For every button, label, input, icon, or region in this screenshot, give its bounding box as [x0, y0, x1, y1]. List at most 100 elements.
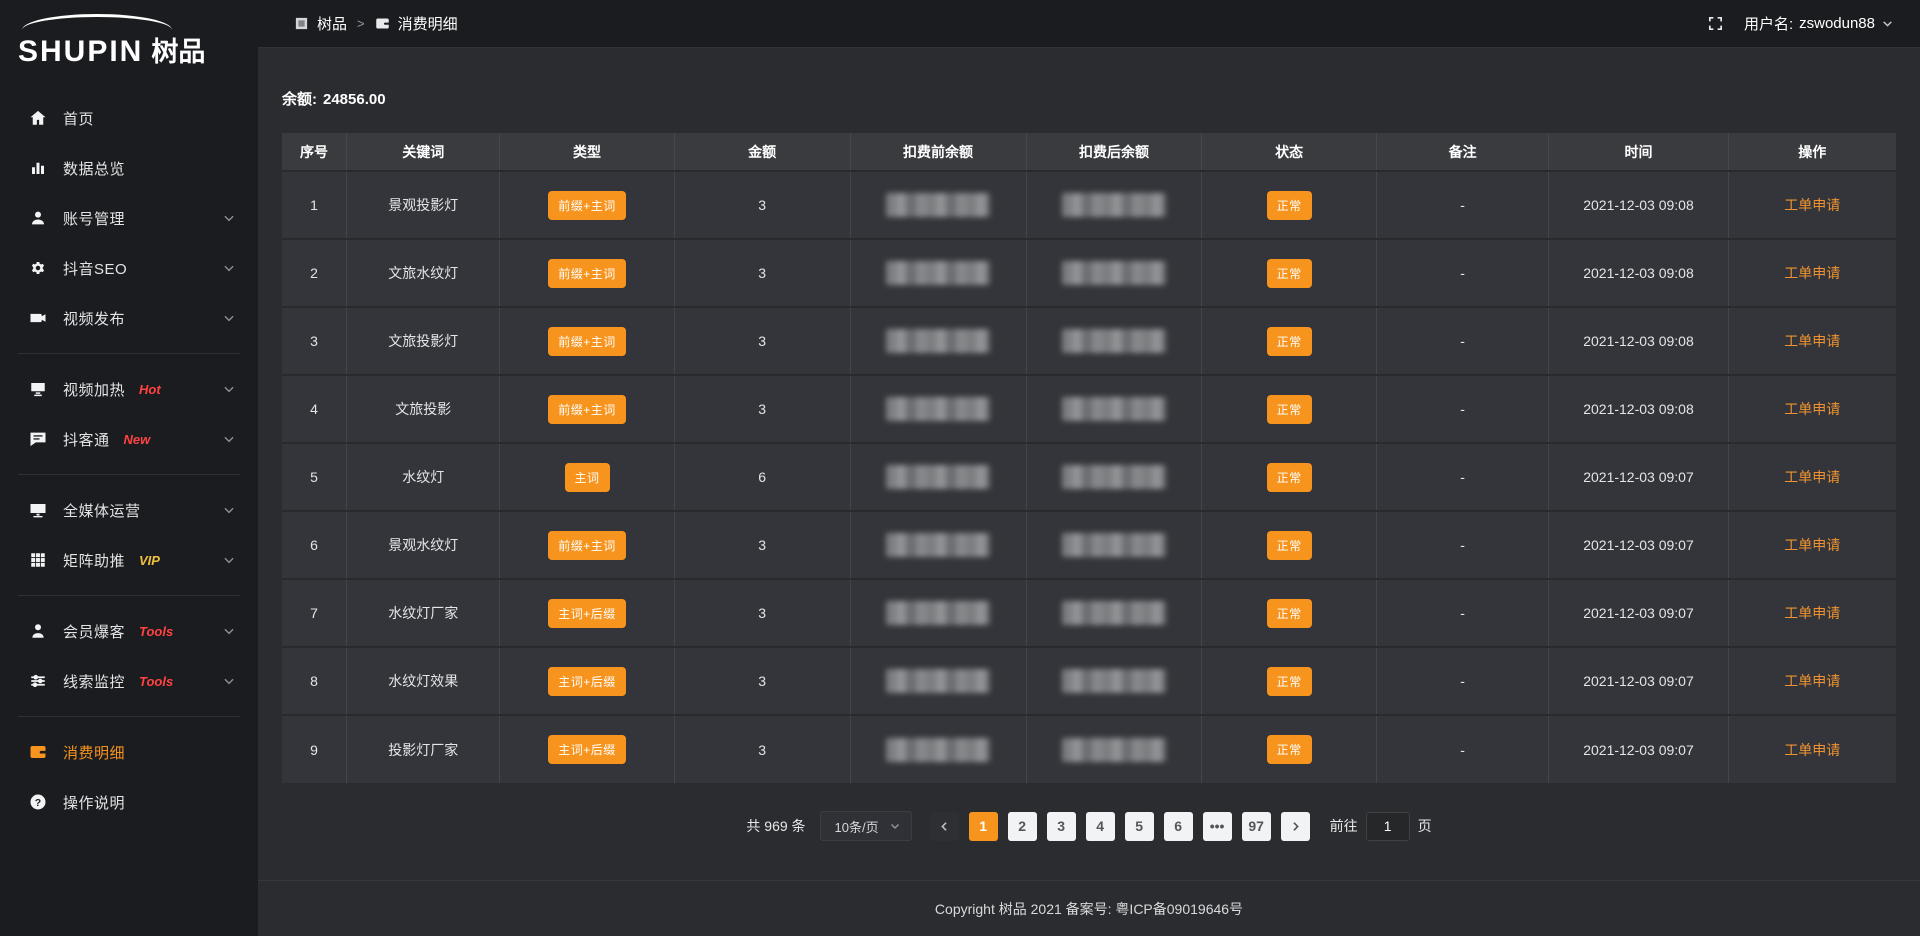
- chevron-down-icon: [222, 211, 236, 225]
- top-bar: 树品 > 消费明细 用户名: zswodun88: [258, 0, 1920, 48]
- cell-note: -: [1376, 239, 1549, 307]
- breadcrumb-home[interactable]: 树品: [294, 13, 347, 34]
- prev-page-button[interactable]: [930, 812, 959, 841]
- work-order-link[interactable]: 工单申请: [1784, 605, 1840, 621]
- masked-value: [886, 465, 990, 489]
- type-badge: 前缀+主词: [548, 259, 626, 288]
- home-icon: [28, 108, 48, 128]
- sidebar-item-video-publish[interactable]: 视频发布: [0, 293, 258, 343]
- table-row: 9 投影灯厂家 主词+后缀 3 正常 - 2021-12-03 09:07 工单…: [282, 715, 1896, 783]
- fullscreen-icon[interactable]: [1707, 15, 1724, 32]
- page-button-2[interactable]: 2: [1008, 812, 1037, 841]
- masked-value: [886, 533, 990, 557]
- cell-keyword: 水纹灯厂家: [347, 579, 500, 647]
- type-badge: 主词+后缀: [548, 667, 626, 696]
- sidebar-item-lead-monitoring[interactable]: 线索监控 Tools: [0, 656, 258, 706]
- sidebar-item-label: 抖音SEO: [63, 258, 127, 279]
- user-menu[interactable]: 用户名: zswodun88: [1744, 13, 1894, 34]
- breadcrumb-label: 树品: [317, 13, 347, 34]
- cell-amount: 3: [674, 579, 850, 647]
- cell-balance-before: [850, 239, 1026, 307]
- sidebar-item-instructions[interactable]: ? 操作说明: [0, 777, 258, 827]
- tools-tag: Tools: [139, 624, 173, 639]
- sidebar-item-doukertong[interactable]: 抖客通 New: [0, 414, 258, 464]
- video-camera-icon: [28, 308, 48, 328]
- cell-index: 6: [282, 511, 347, 579]
- copyright-text: Copyright 树品 2021 备案号: 粤ICP备09019646号: [935, 899, 1243, 919]
- page-size-select[interactable]: 10条/页: [820, 811, 912, 841]
- page-button-4[interactable]: 4: [1086, 812, 1115, 841]
- page-button-1[interactable]: 1: [969, 812, 998, 841]
- cell-amount: 3: [674, 171, 850, 239]
- work-order-link[interactable]: 工单申请: [1784, 401, 1840, 417]
- type-badge: 主词: [565, 463, 610, 492]
- work-order-link[interactable]: 工单申请: [1784, 197, 1840, 213]
- cell-note: -: [1376, 715, 1549, 783]
- cell-keyword: 景观投影灯: [347, 171, 500, 239]
- type-badge: 主词+后缀: [548, 735, 626, 764]
- main-column: 树品 > 消费明细 用户名: zswodun88 余额:24856.00: [258, 0, 1920, 936]
- page-button-5[interactable]: 5: [1125, 812, 1154, 841]
- sidebar-item-data-overview[interactable]: 数据总览: [0, 143, 258, 193]
- cell-balance-after: [1026, 443, 1202, 511]
- cell-keyword: 景观水纹灯: [347, 511, 500, 579]
- masked-value: [886, 601, 990, 625]
- table-row: 3 文旅投影灯 前缀+主词 3 正常 - 2021-12-03 09:08 工单…: [282, 307, 1896, 375]
- next-page-button[interactable]: [1281, 812, 1310, 841]
- more-pages-button[interactable]: •••: [1203, 812, 1232, 841]
- sidebar-item-video-heating[interactable]: 视频加热 Hot: [0, 364, 258, 414]
- chevron-down-icon: [889, 820, 901, 832]
- page-button-6[interactable]: 6: [1164, 812, 1193, 841]
- cell-status: 正常: [1202, 511, 1376, 579]
- sidebar-item-matrix-boost[interactable]: 矩阵助推 VIP: [0, 535, 258, 585]
- sidebar-item-consumption-details[interactable]: 消费明细: [0, 727, 258, 777]
- type-badge: 前缀+主词: [548, 531, 626, 560]
- work-order-link[interactable]: 工单申请: [1784, 265, 1840, 281]
- status-badge: 正常: [1267, 735, 1312, 764]
- cell-note: -: [1376, 579, 1549, 647]
- cell-index: 8: [282, 647, 347, 715]
- page-button-97[interactable]: 97: [1242, 812, 1271, 841]
- sidebar-item-account-management[interactable]: 账号管理: [0, 193, 258, 243]
- cell-balance-before: [850, 375, 1026, 443]
- chevron-down-icon: [222, 624, 236, 638]
- sidebar-nav: 首页 数据总览 账号管理 抖音SEO 视频发布 视频加热 Hot: [0, 93, 258, 936]
- sidebar-item-douyin-seo[interactable]: 抖音SEO: [0, 243, 258, 293]
- work-order-link[interactable]: 工单申请: [1784, 537, 1840, 553]
- goto-page-input[interactable]: [1366, 812, 1410, 841]
- breadcrumb-current[interactable]: 消费明细: [375, 13, 458, 34]
- cell-time: 2021-12-03 09:08: [1549, 171, 1728, 239]
- cell-action: 工单申请: [1728, 511, 1896, 579]
- cell-index: 7: [282, 579, 347, 647]
- consumption-table: 序号 关键词 类型 金额 扣费前余额 扣费后余额 状态 备注 时间 操作 1 景…: [282, 133, 1896, 783]
- table-row: 1 景观投影灯 前缀+主词 3 正常 - 2021-12-03 09:08 工单…: [282, 171, 1896, 239]
- page-button-3[interactable]: 3: [1047, 812, 1076, 841]
- cell-index: 9: [282, 715, 347, 783]
- work-order-link[interactable]: 工单申请: [1784, 742, 1840, 758]
- sidebar-item-omnimedia-operation[interactable]: 全媒体运营: [0, 485, 258, 535]
- cell-action: 工单申请: [1728, 647, 1896, 715]
- sidebar-item-label: 矩阵助推: [63, 550, 125, 571]
- pagination: 共 969 条 10条/页 1 2 3 4 5 6 ••• 97 前往 页: [282, 811, 1896, 841]
- chevron-down-icon: [222, 553, 236, 567]
- sidebar-item-member-burst[interactable]: 会员爆客 Tools: [0, 606, 258, 656]
- vip-tag: VIP: [139, 553, 160, 568]
- svg-text:?: ?: [35, 797, 41, 809]
- chevron-down-icon: [222, 311, 236, 325]
- cell-balance-after: [1026, 307, 1202, 375]
- cell-amount: 3: [674, 511, 850, 579]
- work-order-link[interactable]: 工单申请: [1784, 333, 1840, 349]
- sidebar-item-home[interactable]: 首页: [0, 93, 258, 143]
- masked-value: [1062, 738, 1166, 762]
- chevron-down-icon: [222, 503, 236, 517]
- balance-label: 余额:: [282, 91, 317, 108]
- work-order-link[interactable]: 工单申请: [1784, 469, 1840, 485]
- work-order-link[interactable]: 工单申请: [1784, 673, 1840, 689]
- username-value: zswodun88: [1799, 15, 1875, 32]
- content-area: 余额:24856.00 序号 关键词 类型 金额 扣费前余额 扣费后余额 状态 …: [258, 48, 1920, 880]
- sidebar-item-label: 数据总览: [63, 158, 125, 179]
- cell-action: 工单申请: [1728, 579, 1896, 647]
- cell-balance-before: [850, 579, 1026, 647]
- cell-status: 正常: [1202, 239, 1376, 307]
- cell-type: 前缀+主词: [500, 307, 674, 375]
